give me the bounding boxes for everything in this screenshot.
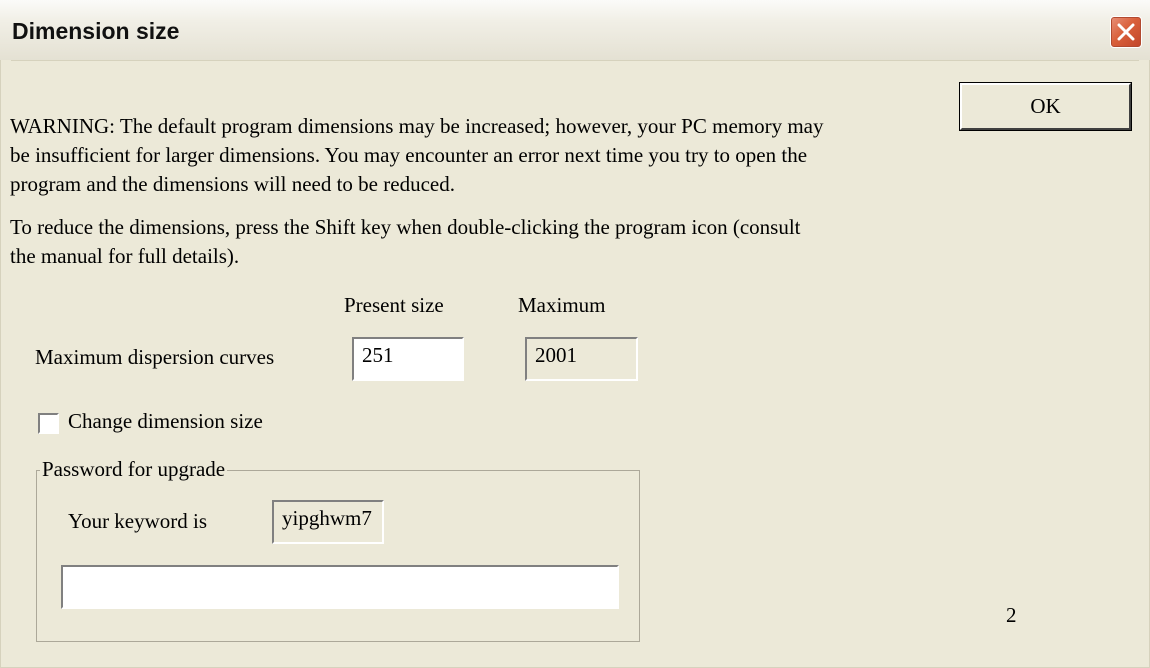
dialog-window: Dimension size WARNING: The default prog… (0, 0, 1150, 668)
present-size-input[interactable]: 251 (352, 337, 464, 381)
ok-button[interactable]: OK (960, 83, 1131, 130)
close-button[interactable] (1110, 16, 1142, 48)
upgrade-group-legend: Password for upgrade (40, 457, 228, 482)
maximum-value-field: 2001 (525, 337, 638, 381)
window-frame-right (1139, 60, 1150, 668)
upgrade-groupbox (36, 470, 640, 642)
password-input[interactable] (61, 565, 619, 609)
title-bar[interactable]: Dimension size (0, 0, 1150, 61)
keyword-label: Your keyword is (68, 509, 208, 533)
maximum-header: Maximum (518, 293, 606, 317)
present-size-header: Present size (344, 293, 444, 317)
warning-text: WARNING: The default program dimensions … (10, 114, 824, 196)
change-dimension-checkbox[interactable] (38, 413, 59, 434)
instruction-text: To reduce the dimensions, press the Shif… (10, 215, 801, 268)
close-icon (1117, 23, 1135, 41)
change-dimension-label[interactable]: Change dimension size (68, 409, 263, 434)
corner-number: 2 (1006, 603, 1017, 627)
window-frame-bottom (0, 661, 1150, 668)
dispersion-curves-label: Maximum dispersion curves (35, 345, 275, 369)
window-title: Dimension size (12, 18, 180, 44)
dialog-body: WARNING: The default program dimensions … (10, 61, 1140, 661)
keyword-field: yipghwm7 (272, 500, 384, 544)
